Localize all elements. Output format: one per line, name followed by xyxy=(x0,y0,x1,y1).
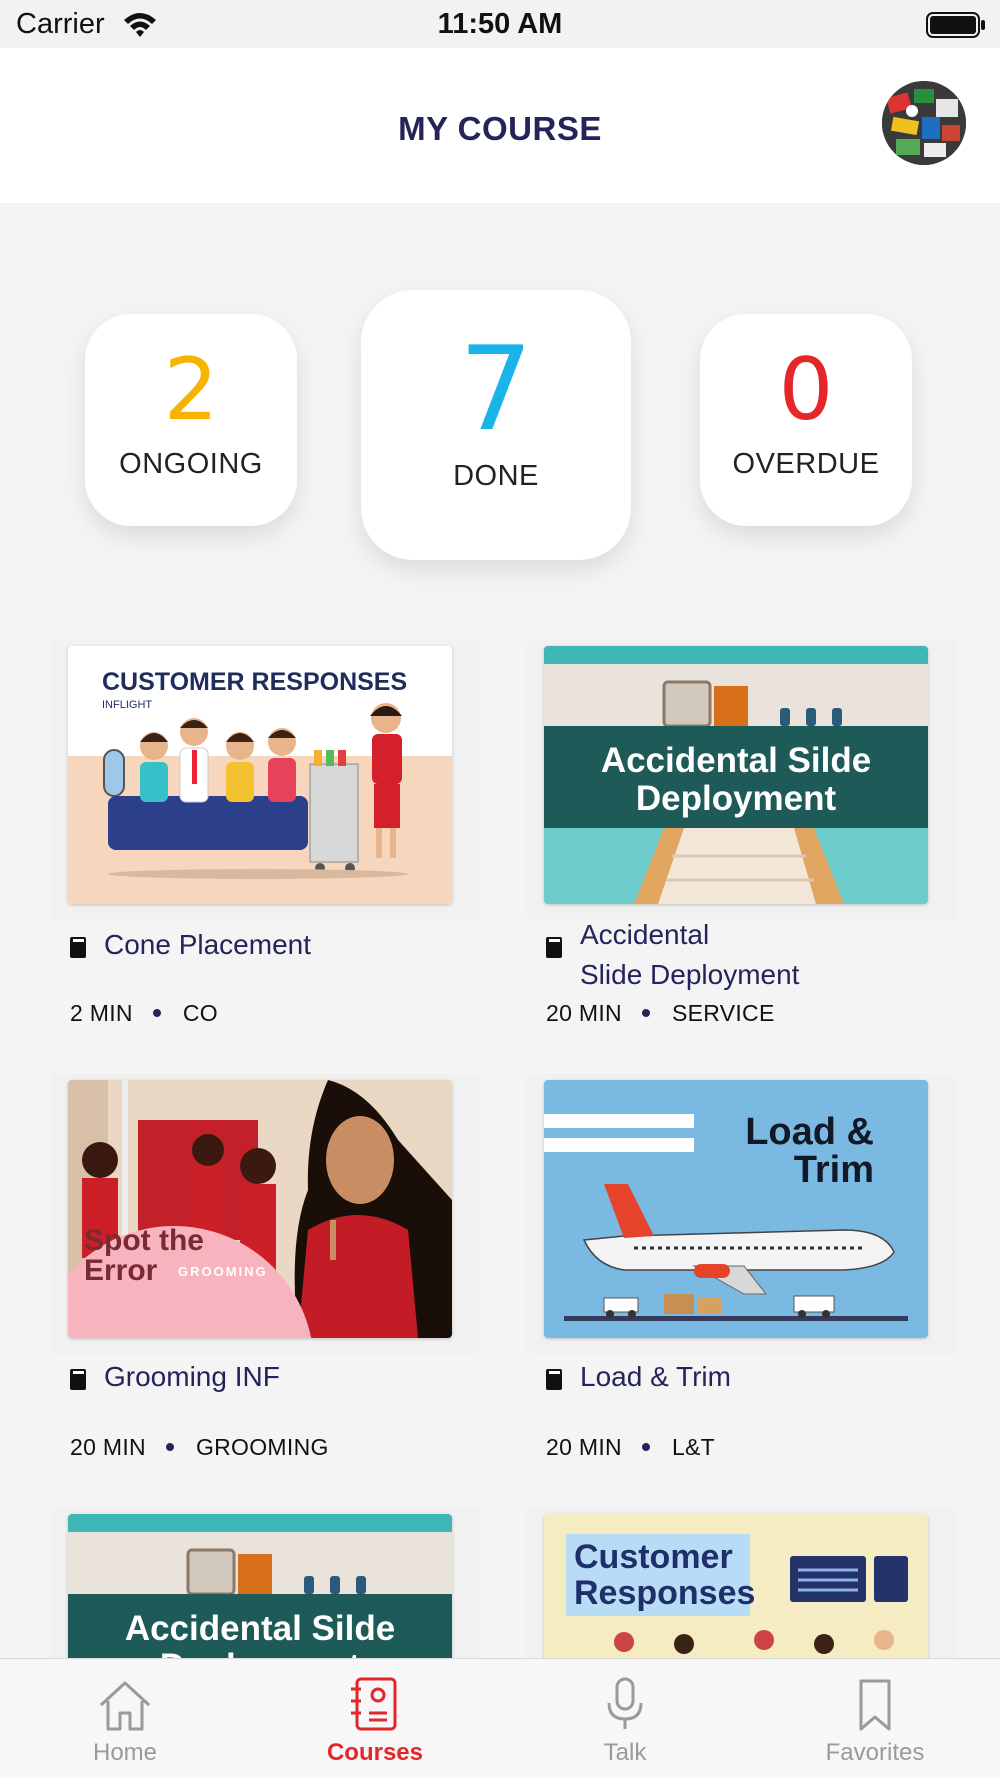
avatar-image xyxy=(882,81,966,165)
tab-courses[interactable]: Courses xyxy=(250,1659,500,1778)
course-title: Cone Placement xyxy=(104,929,312,960)
tab-home[interactable]: Home xyxy=(0,1659,250,1778)
overdue-count: 0 xyxy=(778,340,834,440)
course-title-line2: Slide Deployment xyxy=(580,959,800,990)
course-thumbnail: Spot the Error GROOMING xyxy=(68,1080,452,1338)
thumb-line1: Load & xyxy=(745,1111,874,1153)
course-title-line1: Accidental xyxy=(580,919,710,950)
tab-favorites[interactable]: Favorites xyxy=(750,1659,1000,1778)
course-thumbnail: CUSTOMER RESPONSES INFLIGHT xyxy=(68,646,452,904)
page-title: MY COURSE xyxy=(398,110,602,147)
done-stat-card[interactable]: 7 DONE xyxy=(361,290,631,560)
status-bar: Carrier 11:50 AM xyxy=(0,0,1000,48)
battery-icon xyxy=(926,12,985,38)
course-category: GROOMING xyxy=(195,1434,329,1460)
book-icon xyxy=(70,1369,86,1390)
course-meta: 20 MIN SERVICE xyxy=(546,1000,775,1027)
tab-label-home: Home xyxy=(92,1739,158,1766)
separator-dot xyxy=(152,1008,161,1017)
thumb-tag: GROOMING xyxy=(178,1264,268,1279)
thumb-line1: Customer xyxy=(574,1538,733,1576)
tab-label-favorites: Favorites xyxy=(825,1739,925,1766)
course-meta: 20 MIN L&T xyxy=(546,1434,715,1461)
separator-dot xyxy=(641,1442,650,1451)
ongoing-stat-card[interactable]: 2 ONGOING xyxy=(85,314,297,526)
tab-label-courses: Courses xyxy=(326,1739,424,1766)
done-label: DONE xyxy=(453,460,539,492)
thumb-line2: Error xyxy=(84,1254,158,1287)
app-header: MY COURSE xyxy=(0,48,1000,203)
course-title: Grooming INF xyxy=(104,1361,280,1392)
course-meta: 2 MIN CO xyxy=(70,1000,218,1027)
course-thumbnail: Load & Trim xyxy=(544,1080,928,1338)
course-thumbnail: Accidental Silde Deployment xyxy=(544,646,928,904)
course-duration: 2 MIN xyxy=(70,1000,133,1026)
done-count: 7 xyxy=(459,322,533,457)
courses-icon xyxy=(351,1677,397,1731)
thumb-heading: CUSTOMER RESPONSES xyxy=(102,668,407,696)
course-duration: 20 MIN xyxy=(546,1000,622,1026)
thumb-line1: Spot the xyxy=(84,1224,204,1257)
tab-label-talk: Talk xyxy=(603,1739,647,1766)
course-category: SERVICE xyxy=(671,1000,775,1026)
thumb-line1: Accidental Silde xyxy=(601,741,871,780)
course-title: Load & Trim xyxy=(580,1361,731,1392)
course-category: L&T xyxy=(671,1434,716,1460)
book-icon xyxy=(546,1369,562,1390)
course-meta: 20 MIN GROOMING xyxy=(70,1434,329,1461)
separator-dot xyxy=(165,1442,174,1451)
home-icon xyxy=(99,1681,151,1731)
status-time: 11:50 AM xyxy=(437,8,563,40)
book-icon xyxy=(70,937,86,958)
overdue-label: OVERDUE xyxy=(732,448,880,480)
thumb-line2: Deployment xyxy=(636,779,837,818)
thumb-line2: Trim xyxy=(794,1149,874,1191)
bookmark-icon xyxy=(859,1679,891,1731)
thumb-line1: Accidental Silde xyxy=(125,1609,395,1648)
microphone-icon xyxy=(607,1677,643,1729)
ongoing-label: ONGOING xyxy=(119,448,263,480)
book-icon xyxy=(546,937,562,958)
tab-bar: Home Courses Talk Favorites xyxy=(0,1658,1000,1778)
course-duration: 20 MIN xyxy=(70,1434,146,1460)
thumb-subheading: INFLIGHT xyxy=(102,699,152,711)
ongoing-count: 2 xyxy=(163,340,219,440)
tab-talk[interactable]: Talk xyxy=(500,1659,750,1778)
course-title: Accidental Slide Deployment xyxy=(580,915,799,995)
avatar[interactable] xyxy=(882,81,966,165)
course-duration: 20 MIN xyxy=(546,1434,622,1460)
separator-dot xyxy=(641,1008,650,1017)
thumb-line2: Responses xyxy=(574,1574,755,1612)
course-category: CO xyxy=(182,1000,218,1026)
overdue-stat-card[interactable]: 0 OVERDUE xyxy=(700,314,912,526)
